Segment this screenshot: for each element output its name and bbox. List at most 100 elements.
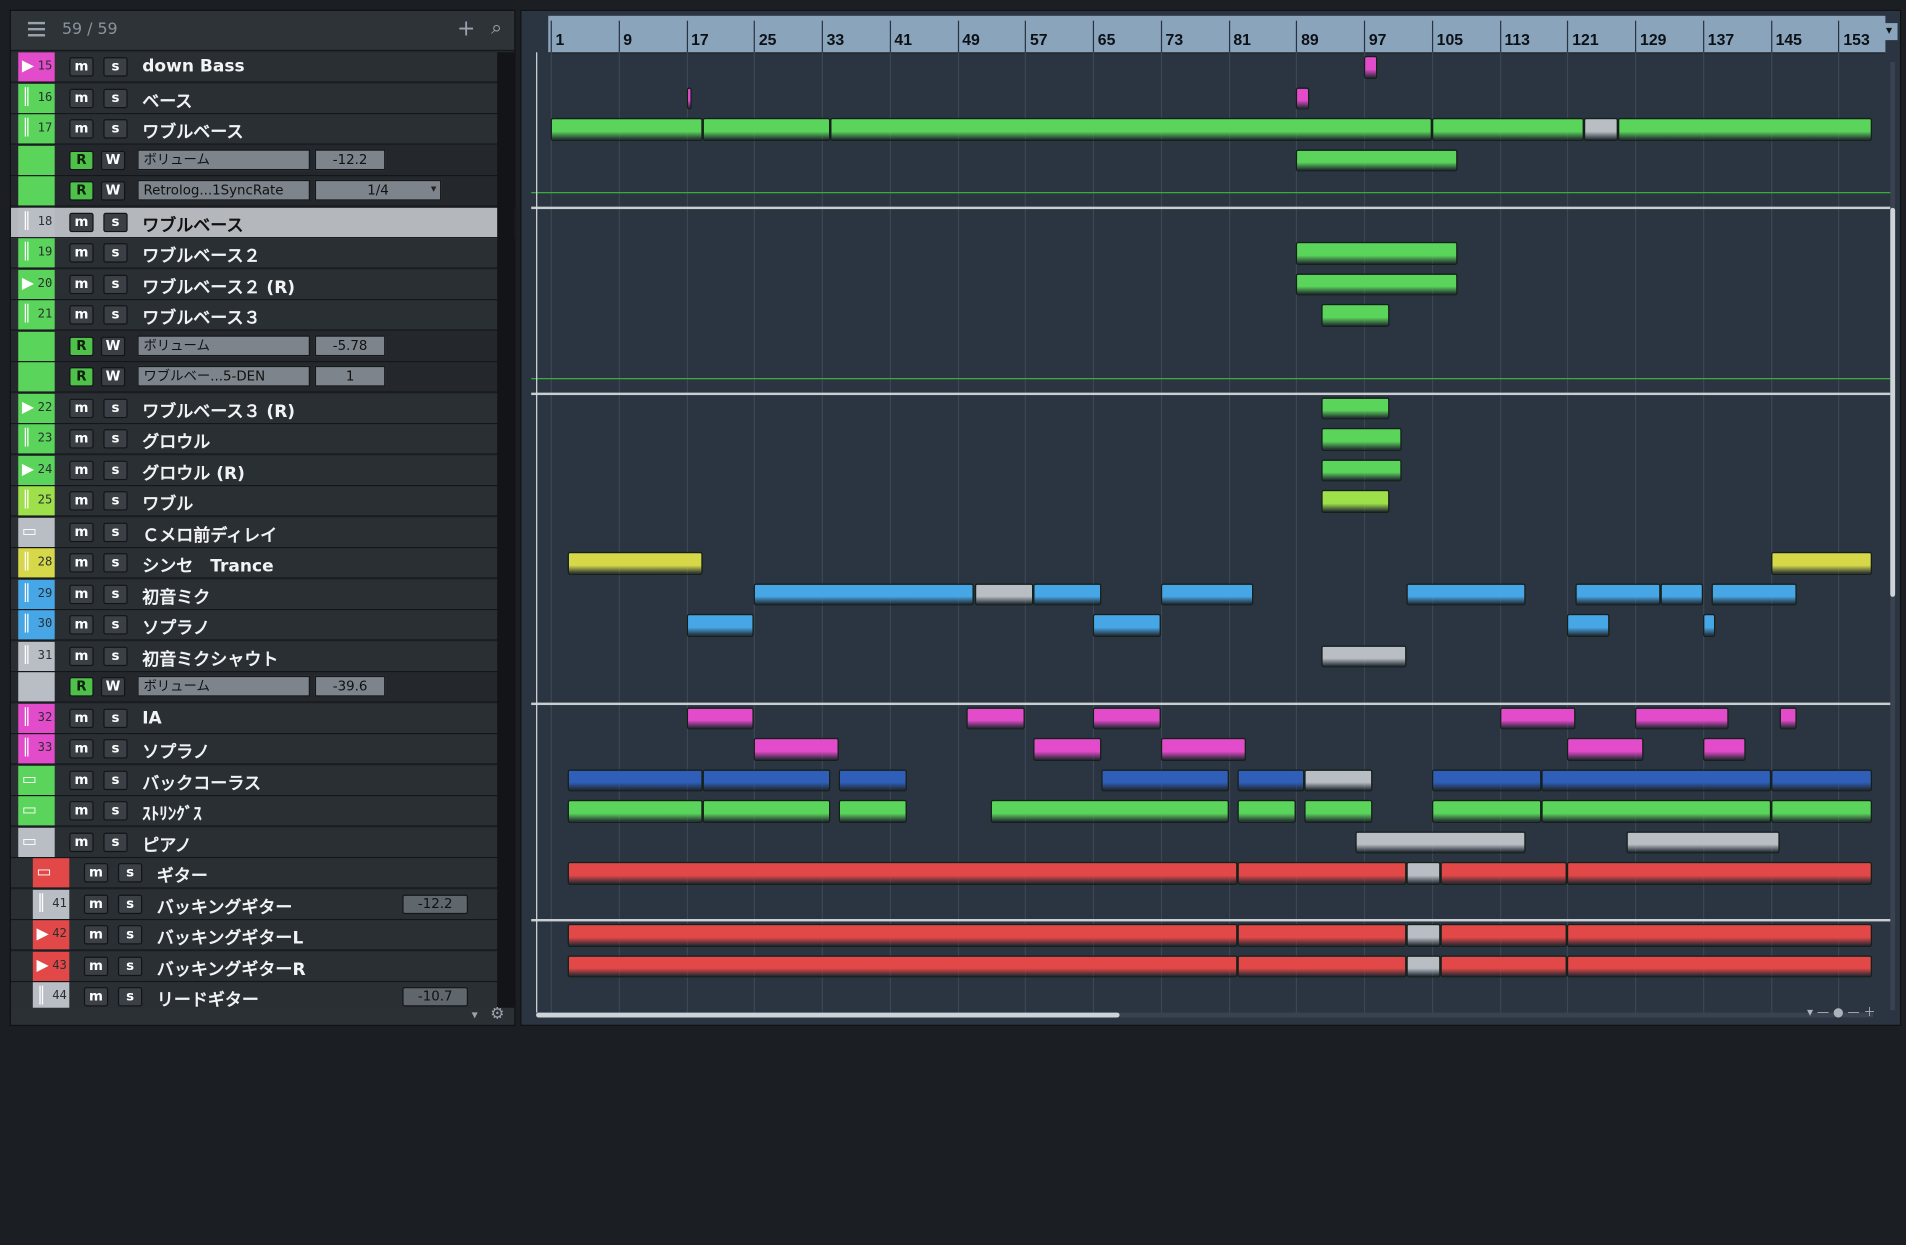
write-automation-button[interactable]: W (100, 677, 126, 697)
event-clip[interactable] (567, 799, 704, 823)
track-name[interactable]: バックコーラス (142, 770, 261, 794)
automation-value-field[interactable]: 1 (314, 365, 386, 387)
solo-button[interactable]: s (103, 243, 128, 263)
automation-lane-row[interactable]: R W ワブルベー...5-DEN 1 (10, 362, 515, 393)
event-clip[interactable] (1575, 582, 1661, 606)
track-color-strip[interactable] (18, 145, 55, 175)
mute-button[interactable]: m (69, 646, 94, 666)
event-clip[interactable] (1618, 117, 1873, 141)
track-row[interactable]: ║ 32 m s IA (10, 703, 515, 734)
track-row[interactable]: ▭ m s ｽﾄﾘﾝｸﾞｽ (10, 796, 515, 827)
solo-button[interactable]: s (103, 429, 128, 449)
event-clip[interactable] (965, 706, 1026, 730)
solo-button[interactable]: s (103, 119, 128, 139)
event-clip[interactable] (1567, 923, 1873, 947)
mute-button[interactable]: m (69, 522, 94, 542)
event-clip[interactable] (1626, 830, 1780, 854)
solo-button[interactable]: s (103, 584, 128, 604)
track-name[interactable]: バッキングギター (157, 894, 293, 918)
track-color-strip[interactable]: ▭ (18, 765, 55, 795)
solo-button[interactable]: s (117, 863, 143, 883)
automation-lane-row[interactable]: R W ボリューム -39.6 (10, 672, 515, 703)
event-clip[interactable] (1660, 582, 1703, 606)
track-name[interactable]: ギター (157, 863, 208, 887)
event-clip[interactable] (703, 799, 831, 823)
event-clip[interactable] (1440, 954, 1568, 978)
track-color-strip[interactable]: ║ 19 (18, 238, 55, 268)
solo-button[interactable]: s (103, 770, 128, 790)
track-color-strip[interactable]: ║ 21 (18, 300, 55, 330)
event-clip[interactable] (838, 768, 907, 792)
event-clip[interactable] (567, 954, 1237, 978)
event-clip[interactable] (1567, 737, 1644, 761)
event-clip[interactable] (1033, 737, 1102, 761)
event-clip[interactable] (567, 551, 704, 575)
event-clip[interactable] (1321, 458, 1403, 482)
track-name[interactable]: ワブル (142, 491, 193, 515)
track-row[interactable]: ║ 31 m s 初音ミクシャウト (10, 641, 515, 672)
track-row[interactable]: ▶ 24 m s グロウル (R) (10, 455, 515, 486)
track-name[interactable]: 初音ミク (142, 584, 210, 608)
track-row[interactable]: ║ 28 m s シンセ Trance (10, 548, 515, 579)
write-automation-button[interactable]: W (100, 336, 126, 356)
event-clip[interactable] (1092, 613, 1161, 637)
event-clip[interactable] (1296, 272, 1458, 296)
track-row[interactable]: ▭ m s ピアノ (10, 827, 515, 858)
mute-button[interactable]: m (69, 584, 94, 604)
track-color-strip[interactable]: ▭ (32, 858, 70, 888)
track-row[interactable]: ║ 30 m s ソプラノ (10, 610, 515, 641)
track-row[interactable]: ║ 18 m s ワブルベース (10, 207, 515, 238)
automation-value-field[interactable]: -5.78 (314, 334, 386, 356)
track-color-strip[interactable] (18, 362, 55, 392)
solo-button[interactable]: s (103, 553, 128, 573)
event-clip[interactable] (1567, 613, 1610, 637)
mute-button[interactable]: m (69, 305, 94, 325)
track-name[interactable]: ワブルベース (142, 119, 243, 143)
mute-button[interactable]: m (69, 801, 94, 821)
solo-button[interactable]: s (103, 274, 128, 294)
track-row[interactable]: ▶ 22 m s ワブルベース３ (R) (10, 393, 515, 424)
track-color-strip[interactable]: ║ 16 (18, 83, 55, 113)
track-row[interactable]: ║ 19 m s ワブルベース２ (10, 238, 515, 269)
track-row[interactable]: ║ 21 m s ワブルベース３ (10, 300, 515, 331)
event-clip[interactable] (1296, 241, 1458, 265)
project-cursor[interactable] (536, 52, 538, 1013)
automation-value-field[interactable]: 1/4 (314, 179, 442, 201)
track-color-strip[interactable]: ║ 30 (18, 610, 55, 640)
track-name[interactable]: 初音ミクシャウト (142, 646, 278, 670)
track-row[interactable]: ║ 17 m s ワブルベース (10, 114, 515, 145)
automation-parameter-select[interactable]: ボリューム (137, 334, 310, 356)
track-row[interactable]: ▶ 15 m s down Bass (10, 52, 515, 83)
mute-button[interactable]: m (83, 925, 109, 945)
event-clip[interactable] (1236, 861, 1407, 885)
event-clip[interactable] (1702, 613, 1716, 637)
mute-button[interactable]: m (69, 212, 94, 232)
write-automation-button[interactable]: W (100, 181, 126, 201)
track-color-strip[interactable]: ▭ (18, 827, 55, 857)
track-row[interactable]: ║ 29 m s 初音ミク (10, 579, 515, 610)
add-track-icon[interactable]: + (457, 16, 475, 42)
mute-button[interactable]: m (69, 491, 94, 511)
event-clip[interactable] (991, 799, 1229, 823)
track-name[interactable]: IA (142, 708, 162, 727)
event-clip[interactable] (1321, 489, 1390, 513)
track-name[interactable]: ソプラノ (142, 615, 210, 639)
event-clip[interactable] (1321, 644, 1407, 668)
mute-button[interactable]: m (69, 57, 94, 77)
event-clip[interactable] (550, 117, 704, 141)
track-name[interactable]: ｽﾄﾘﾝｸﾞｽ (142, 801, 202, 825)
gear-icon[interactable]: ⚙ (490, 1005, 504, 1023)
event-clip[interactable] (1406, 861, 1441, 885)
track-name[interactable]: シンセ Trance (142, 553, 273, 577)
track-color-strip[interactable]: ▶ 20 (18, 269, 55, 299)
track-color-strip[interactable]: ▭ (18, 517, 55, 547)
track-volume-value[interactable]: -10.7 (402, 987, 469, 1007)
automation-lane-row[interactable]: R W Retrolog...1SyncRate 1/4 (10, 176, 515, 207)
event-clip[interactable] (1440, 923, 1568, 947)
track-name[interactable]: down Bass (142, 57, 244, 76)
solo-button[interactable]: s (103, 646, 128, 666)
event-clip[interactable] (1711, 582, 1797, 606)
event-clip[interactable] (1541, 768, 1771, 792)
event-clip[interactable] (1236, 768, 1305, 792)
solo-button[interactable]: s (103, 212, 128, 232)
